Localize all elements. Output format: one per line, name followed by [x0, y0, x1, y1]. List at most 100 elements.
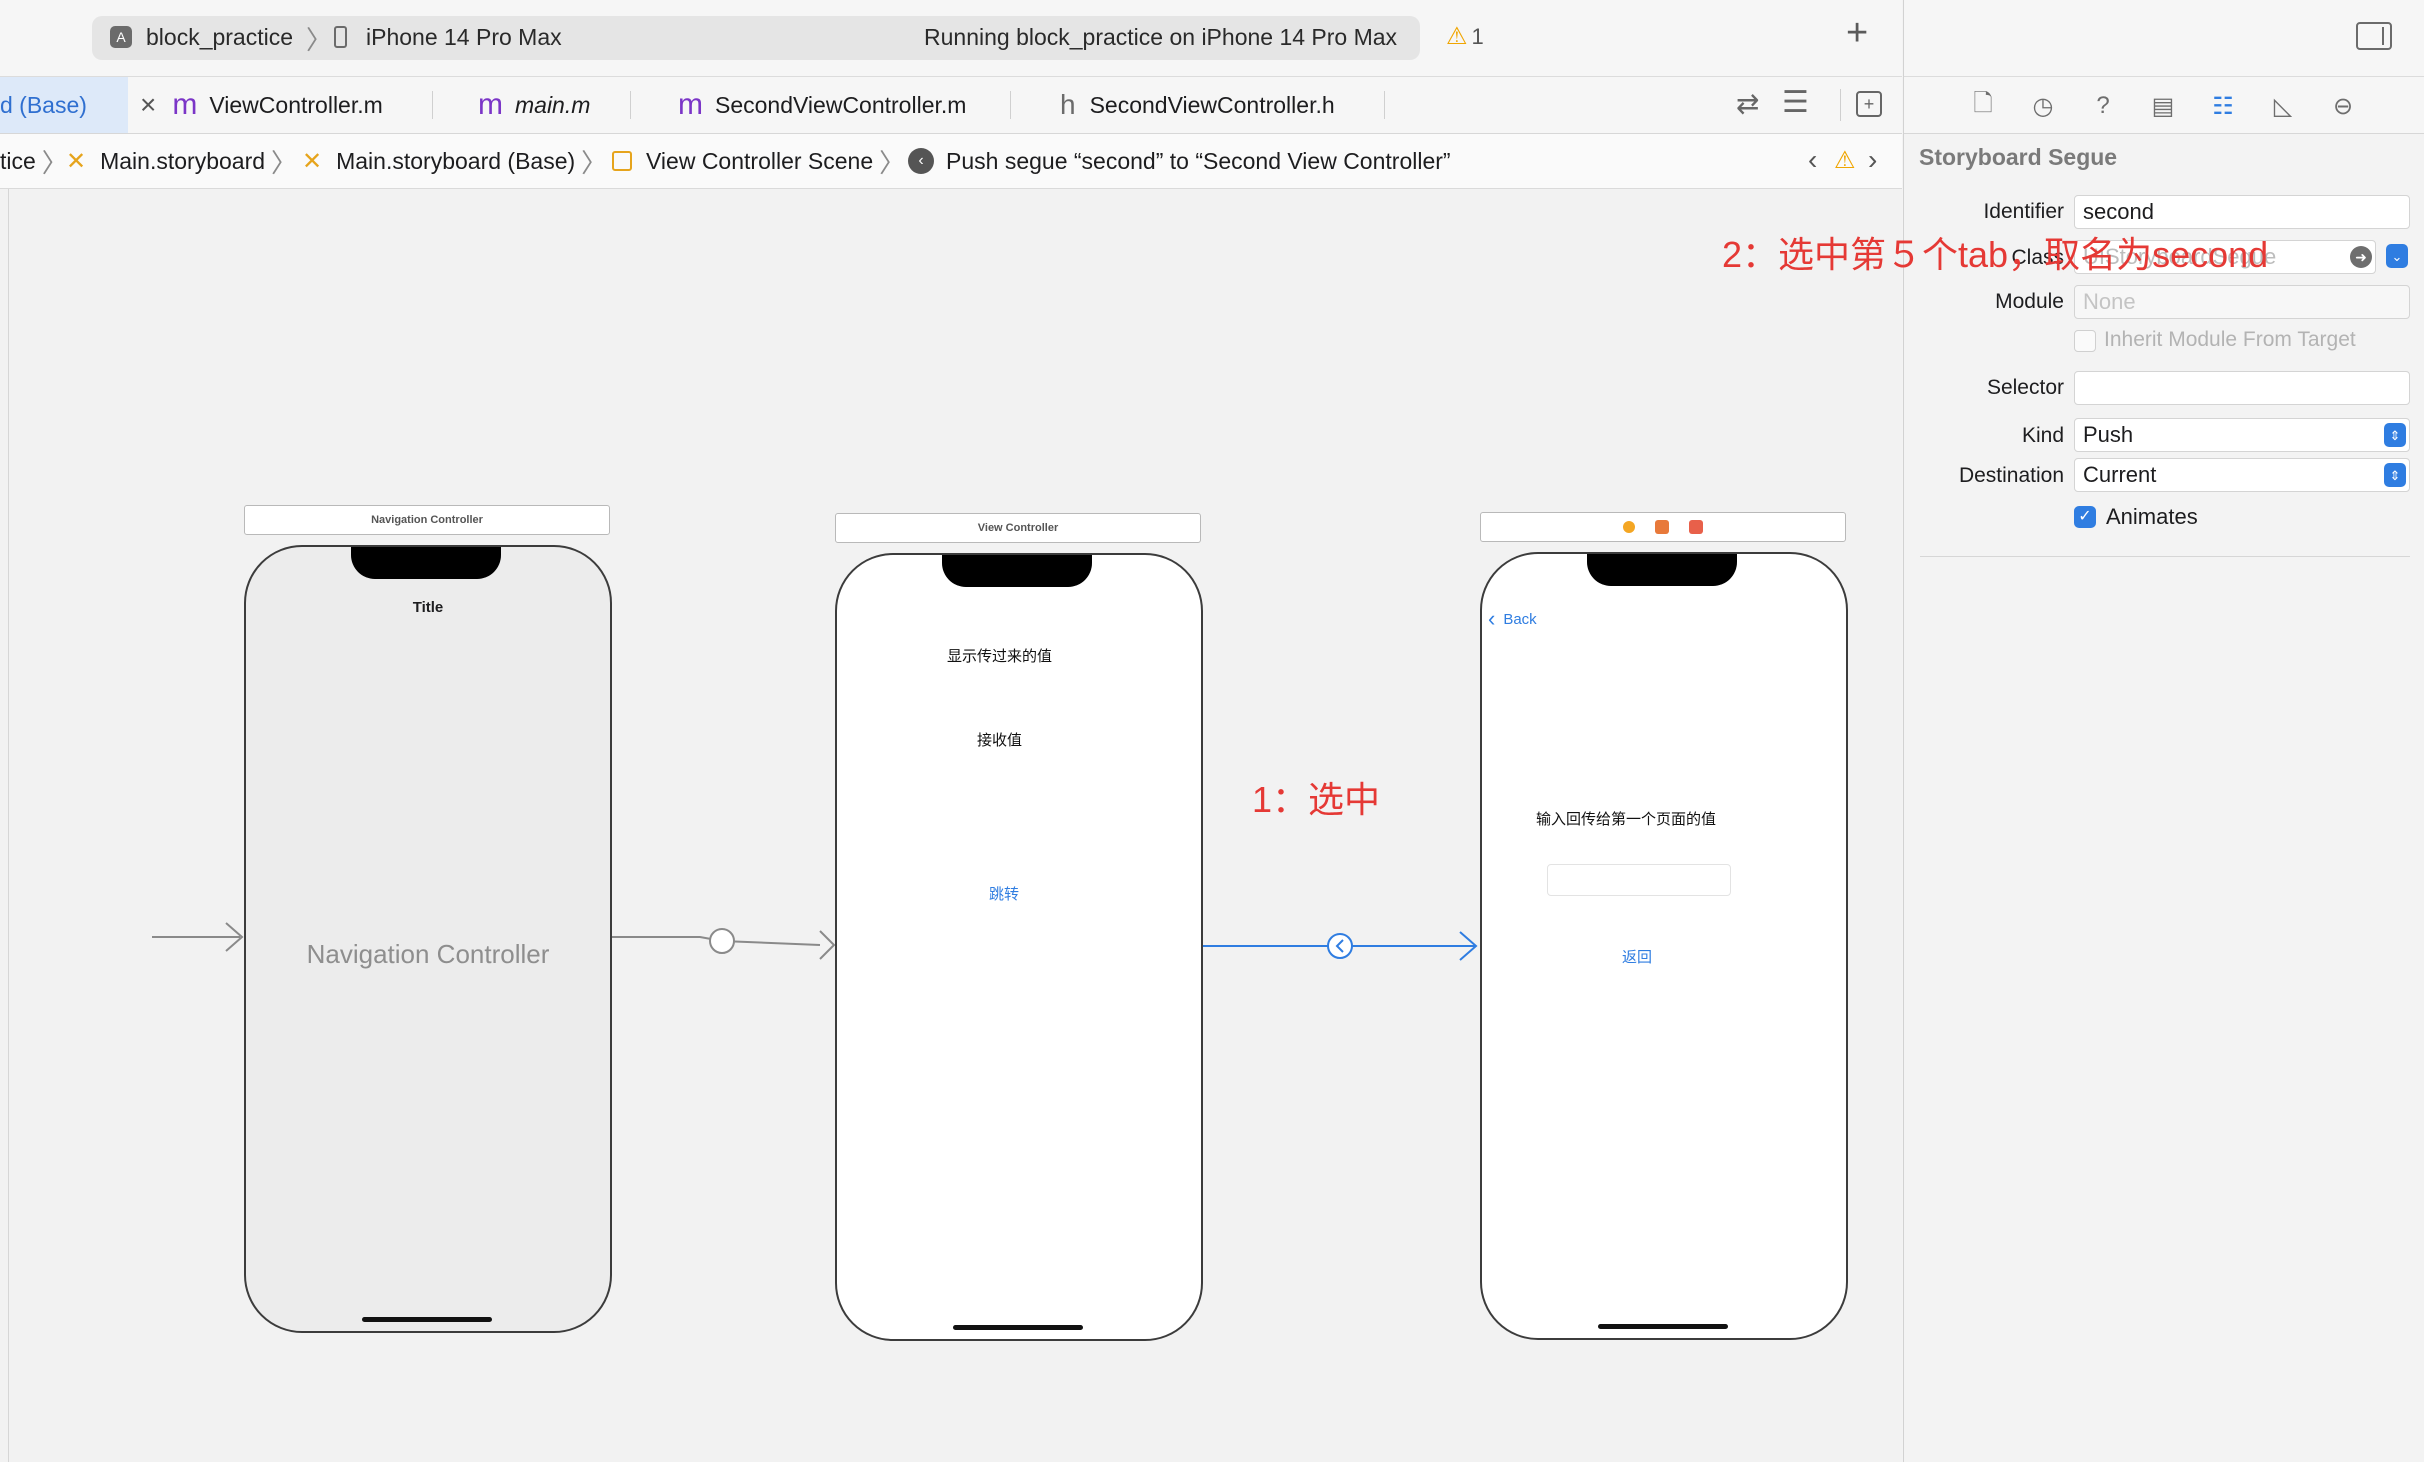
- tab-label: SecondViewController.h: [1089, 91, 1335, 118]
- attributes-inspector: 🗋 ◷ ? ▤ ☷ ◺ ⊖ Storyboard Segue Identifie…: [1903, 0, 2424, 1462]
- return-value-textfield[interactable]: [1547, 864, 1731, 896]
- chevron-right-icon: 〉: [41, 147, 68, 178]
- window-toolbar: A block_practice 〉 iPhone 14 Pro Max Run…: [0, 0, 1902, 77]
- close-icon[interactable]: ×: [140, 91, 156, 119]
- breadcrumb-label: View Controller Scene: [646, 147, 874, 174]
- tab-main-m[interactable]: m main.m: [478, 77, 590, 133]
- history-icon[interactable]: ◷: [2028, 91, 2058, 121]
- breadcrumb-label: Main.storyboard: [100, 147, 266, 174]
- add-editor-icon[interactable]: +: [1856, 91, 1882, 117]
- chevron-right-icon: 〉: [581, 147, 608, 178]
- tab-secondviewcontroller-m[interactable]: m SecondViewController.m: [678, 77, 966, 133]
- inspector-tab-bar: 🗋 ◷ ? ▤ ☷ ◺ ⊖: [1904, 77, 2424, 134]
- objc-m-file-icon: m: [172, 88, 198, 121]
- nav-controller-scene-bar[interactable]: Navigation Controller: [244, 505, 610, 535]
- plus-icon[interactable]: +: [1846, 14, 1868, 52]
- app-scheme-icon: A: [110, 26, 132, 48]
- quick-help-icon[interactable]: ?: [2088, 91, 2118, 121]
- breadcrumb-project[interactable]: tice 〉: [0, 134, 68, 188]
- sidebar-toggle-icon[interactable]: [2356, 22, 2392, 50]
- scene-title: Navigation Controller: [371, 514, 483, 526]
- view-controller-icon: [1655, 520, 1669, 534]
- device-notch: [942, 555, 1092, 587]
- return-prompt-label[interactable]: 输入回传给第一个页面的值: [1536, 808, 1716, 829]
- home-indicator: [362, 1317, 492, 1322]
- inspector-header: [1904, 0, 2424, 77]
- tab-divider: [1010, 91, 1011, 119]
- storyboard-canvas[interactable]: Navigation Controller Title Navigation C…: [0, 189, 1902, 1462]
- iphone-device-icon: [334, 26, 347, 48]
- breadcrumb-label: tice: [0, 147, 36, 174]
- swap-arrows-icon[interactable]: ⇄: [1736, 87, 1759, 120]
- breadcrumb-main-storyboard[interactable]: ✕ Main.storyboard 〉: [66, 134, 297, 188]
- chevron-left-icon: ‹: [1488, 606, 1496, 631]
- chevron-left-icon[interactable]: ‹: [1808, 144, 1817, 176]
- annotation-step-2: 2：选中第５个tab，取名为second: [1722, 234, 2269, 275]
- breadcrumb-label: Push segue “second” to “Second View Cont…: [946, 147, 1451, 174]
- breadcrumb-main-storyboard-base[interactable]: ✕ Main.storyboard (Base) 〉: [302, 134, 607, 188]
- tab-secondviewcontroller-h[interactable]: h SecondViewController.h: [1060, 77, 1335, 133]
- breadcrumb-push-segue[interactable]: ‹ Push segue “second” to “Second View Co…: [908, 134, 1451, 188]
- tab-divider: [630, 91, 631, 119]
- objc-m-file-icon: m: [478, 88, 503, 121]
- arrow-right-circle-icon[interactable]: ➜: [2350, 246, 2372, 268]
- chevron-right-icon: 〉: [879, 147, 906, 178]
- exit-icon: [1689, 520, 1703, 534]
- destination-popup[interactable]: Current: [2074, 458, 2410, 492]
- animates-checkbox[interactable]: ✓: [2074, 506, 2096, 528]
- scene-title: View Controller: [977, 522, 1059, 534]
- kind-popup[interactable]: Push: [2074, 418, 2410, 452]
- push-segue-selected[interactable]: [1200, 931, 1478, 961]
- size-inspector-icon[interactable]: ◺: [2268, 91, 2298, 121]
- identifier-field[interactable]: second: [2074, 195, 2410, 229]
- view-controller-phone[interactable]: 显示传过来的值 接收值 跳转: [835, 553, 1203, 1341]
- identity-inspector-icon[interactable]: ▤: [2148, 91, 2178, 121]
- editor-options-icon[interactable]: ☰: [1782, 85, 1809, 120]
- jump-button[interactable]: 跳转: [989, 883, 1019, 904]
- second-view-controller-phone[interactable]: ‹ Back 输入回传给第一个页面的值 返回: [1480, 552, 1848, 1340]
- warning-count: 1: [1471, 24, 1484, 49]
- return-button[interactable]: 返回: [1622, 946, 1652, 967]
- destination-value: Current: [2083, 462, 2157, 487]
- kind-label: Kind: [2021, 424, 2064, 447]
- relationship-segue[interactable]: [610, 928, 836, 960]
- warning-indicator[interactable]: ⚠ 1: [1446, 24, 1484, 50]
- chevron-right-icon[interactable]: ›: [1868, 144, 1877, 176]
- destination-label: Destination: [1958, 464, 2064, 487]
- receive-value-label[interactable]: 接收值: [977, 729, 1022, 750]
- updown-chevron-icon: ⇕: [2384, 423, 2406, 447]
- display-value-label[interactable]: 显示传过来的值: [947, 645, 1052, 666]
- objc-m-file-icon: m: [678, 88, 703, 121]
- warning-triangle-icon[interactable]: ⚠: [1834, 146, 1856, 175]
- file-inspector-icon[interactable]: 🗋: [1968, 90, 1998, 121]
- section-divider: [1920, 556, 2410, 557]
- scheme-selector[interactable]: block_practice: [146, 24, 293, 51]
- module-label: Module: [1995, 290, 2064, 313]
- selector-field[interactable]: [2074, 371, 2410, 405]
- storyboard-icon: ✕: [66, 147, 87, 175]
- storyboard-icon: ✕: [302, 147, 323, 175]
- breadcrumb-view-controller-scene[interactable]: View Controller Scene 〉: [612, 134, 905, 188]
- warning-triangle-icon: ⚠: [1446, 23, 1468, 50]
- tab-divider: [1384, 91, 1385, 119]
- second-view-controller-scene-bar[interactable]: [1480, 512, 1846, 542]
- attributes-inspector-icon[interactable]: ☷: [2208, 91, 2238, 121]
- connections-inspector-icon[interactable]: ⊖: [2328, 91, 2358, 121]
- class-popup-icon[interactable]: ⌄: [2386, 244, 2408, 268]
- home-indicator: [1598, 1324, 1728, 1329]
- nav-controller-placeholder: Navigation Controller: [306, 939, 550, 969]
- nav-controller-phone[interactable]: Title Navigation Controller: [244, 545, 612, 1333]
- tab-viewcontroller-m[interactable]: × m ViewController.m: [140, 77, 383, 133]
- chevron-right-icon: 〉: [306, 25, 333, 55]
- identifier-label: Identifier: [1983, 200, 2064, 223]
- inherit-module-label: Inherit Module From Target: [2104, 328, 2356, 351]
- chevron-right-icon: 〉: [271, 147, 298, 178]
- home-indicator: [953, 1325, 1083, 1330]
- device-selector[interactable]: iPhone 14 Pro Max: [366, 24, 562, 51]
- back-button[interactable]: ‹ Back: [1488, 608, 1537, 630]
- updown-chevron-icon: ⇕: [2384, 463, 2406, 487]
- view-controller-scene-bar[interactable]: View Controller: [835, 513, 1201, 543]
- tab-label: d (Base): [0, 91, 87, 118]
- tab-main-storyboard-base[interactable]: d (Base): [0, 77, 128, 133]
- tab-divider: [432, 91, 433, 119]
